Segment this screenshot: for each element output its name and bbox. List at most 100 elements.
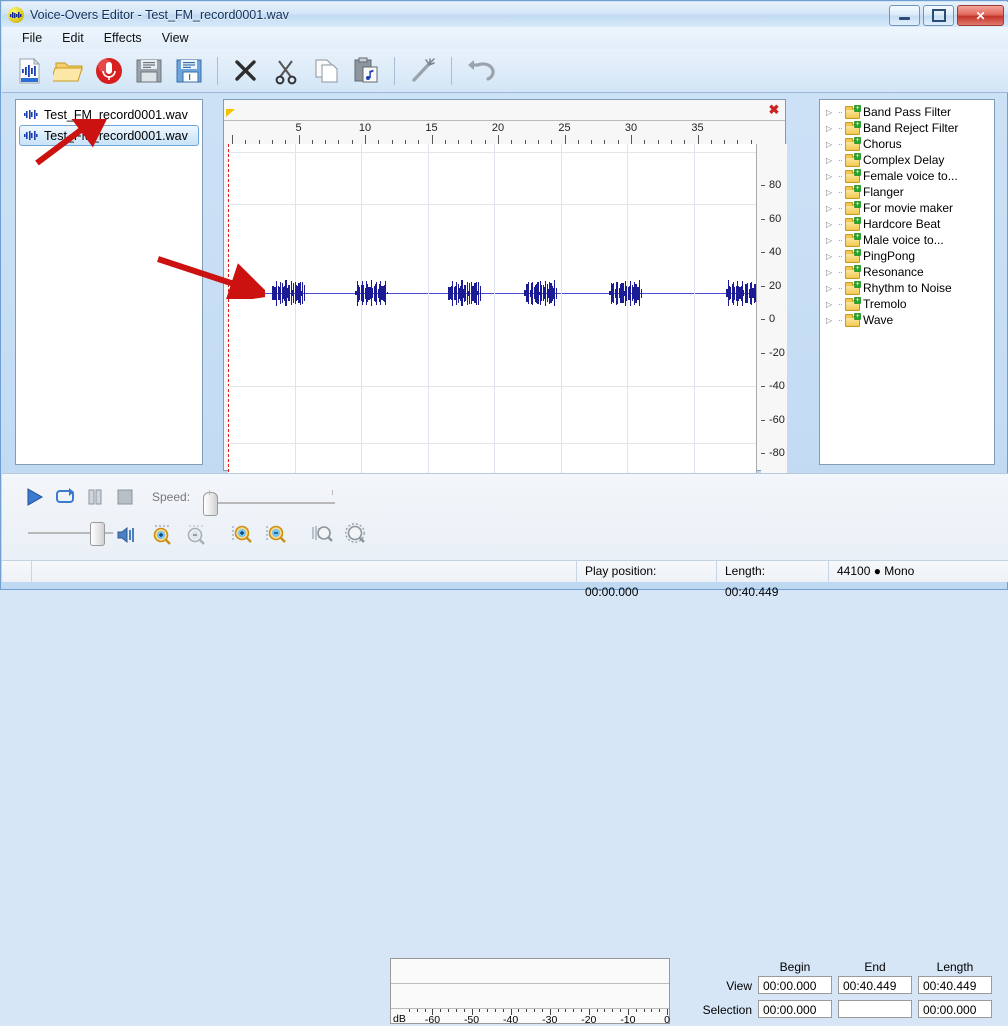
meter-tick <box>440 1009 442 1012</box>
magic-wand-button[interactable] <box>406 54 440 88</box>
playhead-marker[interactable] <box>228 144 229 527</box>
view-length-field[interactable]: 00:40.449 <box>918 976 992 994</box>
effect-tree-item-label: Resonance <box>863 265 924 279</box>
effect-tree-item[interactable]: ▷ ·· + Hardcore Beat <box>822 216 992 232</box>
effect-tree-item[interactable]: ▷ ·· + Male voice to... <box>822 232 992 248</box>
chevron-right-icon[interactable]: ▷ <box>826 204 835 213</box>
amplitude-label: 40 <box>769 246 782 258</box>
stop-button[interactable] <box>110 484 140 510</box>
menu-item-file[interactable]: File <box>12 29 52 47</box>
meter-tick <box>604 1009 606 1012</box>
timeline-ruler[interactable]: 5 10 15 20 25 30 35 <box>228 120 756 145</box>
zoom-in-vertical-button[interactable] <box>147 521 177 547</box>
waveform-sample <box>640 288 642 298</box>
meter-label: -10 <box>620 1014 636 1026</box>
chevron-right-icon[interactable]: ▷ <box>826 252 835 261</box>
minimize-button[interactable] <box>889 5 920 26</box>
editor-close-icon[interactable]: ✖ <box>767 103 781 117</box>
selection-end-field[interactable] <box>838 1000 912 1018</box>
effect-tree-item[interactable]: ▷ ·· + Flanger <box>822 184 992 200</box>
volume-slider-knob[interactable] <box>90 522 105 546</box>
meter-tick <box>612 1009 614 1012</box>
speaker-button[interactable] <box>112 522 142 548</box>
effect-tree-item[interactable]: ▷ ·· + Tremolo <box>822 296 992 312</box>
menu-item-view[interactable]: View <box>152 29 199 47</box>
undo-button[interactable] <box>463 54 497 88</box>
tree-connector: ·· <box>838 107 843 117</box>
chevron-right-icon[interactable]: ▷ <box>826 284 835 293</box>
cut-button[interactable] <box>269 54 303 88</box>
effect-tree-item[interactable]: ▷ ·· + Chorus <box>822 136 992 152</box>
plus-icon: + <box>854 137 861 144</box>
meter-tick <box>534 1009 536 1012</box>
effect-tree-item[interactable]: ▷ ·· + Female voice to... <box>822 168 992 184</box>
toolbar-separator <box>217 56 218 85</box>
zoom-all-button[interactable] <box>341 521 371 547</box>
zoom-out-horizontal-button[interactable] <box>261 521 291 547</box>
play-button[interactable] <box>20 484 50 510</box>
chevron-right-icon[interactable]: ▷ <box>826 220 835 229</box>
zoom-out-vertical-button[interactable] <box>181 521 211 547</box>
selection-length-field[interactable]: 00:00.000 <box>918 1000 992 1018</box>
waveform-canvas[interactable] <box>228 144 757 527</box>
plus-icon: + <box>854 297 861 304</box>
view-end-field[interactable]: 00:40.449 <box>838 976 912 994</box>
maximize-button[interactable] <box>923 5 954 26</box>
save-as-button[interactable] <box>172 54 206 88</box>
menu-item-edit[interactable]: Edit <box>52 29 94 47</box>
column-header-end: End <box>864 960 886 974</box>
amplitude-tick <box>761 185 765 186</box>
record-button[interactable] <box>92 54 126 88</box>
chevron-right-icon[interactable]: ▷ <box>826 316 835 325</box>
editor-header: ✖ <box>224 100 785 121</box>
chevron-right-icon[interactable]: ▷ <box>826 108 835 117</box>
effect-tree-item[interactable]: ▷ ·· + Wave <box>822 312 992 328</box>
row-label-selection: Selection <box>702 1003 752 1017</box>
effect-tree-item[interactable]: ▷ ·· + Resonance <box>822 264 992 280</box>
file-list-panel[interactable]: Test_FM_record0001.wav Test_FM_record000… <box>15 99 203 465</box>
plus-icon: + <box>854 185 861 192</box>
effect-tree-item[interactable]: ▷ ·· + For movie maker <box>822 200 992 216</box>
chevron-right-icon[interactable]: ▷ <box>826 124 835 133</box>
chevron-right-icon[interactable]: ▷ <box>826 300 835 309</box>
ruler-label: 5 <box>295 122 302 134</box>
pause-button[interactable] <box>80 484 110 510</box>
speed-slider[interactable] <box>203 492 335 516</box>
paste-button[interactable] <box>349 54 383 88</box>
effect-tree-item[interactable]: ▷ ·· + PingPong <box>822 248 992 264</box>
loop-button[interactable] <box>50 484 80 510</box>
waveform-icon <box>24 130 39 141</box>
new-file-button[interactable] <box>12 54 46 88</box>
chevron-right-icon[interactable]: ▷ <box>826 236 835 245</box>
chevron-right-icon[interactable]: ▷ <box>826 172 835 181</box>
effect-tree-item[interactable]: ▷ ·· + Band Reject Filter <box>822 120 992 136</box>
list-item-selected[interactable]: Test_FM_record0001.wav <box>19 125 199 146</box>
chevron-right-icon[interactable]: ▷ <box>826 140 835 149</box>
effect-tree-item[interactable]: ▷ ·· + Rhythm to Noise <box>822 280 992 296</box>
list-item[interactable]: Test_FM_record0001.wav <box>19 104 199 125</box>
chevron-right-icon[interactable]: ▷ <box>826 188 835 197</box>
save-button[interactable] <box>132 54 166 88</box>
folder-add-icon: + <box>845 233 861 247</box>
ruler-tick <box>498 135 499 144</box>
close-button[interactable]: ✕ <box>957 5 1004 26</box>
status-bar: Play position: 00:00.000 Length: 00:40.4… <box>2 560 1008 599</box>
volume-slider[interactable] <box>28 522 113 546</box>
speed-slider-knob[interactable] <box>203 492 218 516</box>
effect-tree-item-label: Rhythm to Noise <box>863 281 952 295</box>
folder-add-icon: + <box>845 169 861 183</box>
open-folder-button[interactable] <box>52 54 86 88</box>
effect-tree-item[interactable]: ▷ ·· + Band Pass Filter <box>822 104 992 120</box>
copy-button[interactable] <box>309 54 343 88</box>
effects-tree-panel[interactable]: ▷ ·· + Band Pass Filter ▷ ·· + Band Reject Filt… <box>819 99 995 465</box>
selection-begin-field[interactable]: 00:00.000 <box>758 1000 832 1018</box>
chevron-right-icon[interactable]: ▷ <box>826 268 835 277</box>
view-begin-field[interactable]: 00:00.000 <box>758 976 832 994</box>
zoom-selection-button[interactable] <box>307 521 337 547</box>
delete-button[interactable] <box>229 54 263 88</box>
chevron-right-icon[interactable]: ▷ <box>826 156 835 165</box>
effect-tree-item[interactable]: ▷ ·· + Complex Delay <box>822 152 992 168</box>
waveform-editor-panel[interactable]: ✖ 5 10 15 20 25 30 35 80 60 40 20 0 -20 -40 -60 -80 <box>223 99 787 552</box>
menu-item-effects[interactable]: Effects <box>94 29 152 47</box>
zoom-in-horizontal-button[interactable] <box>227 521 257 547</box>
